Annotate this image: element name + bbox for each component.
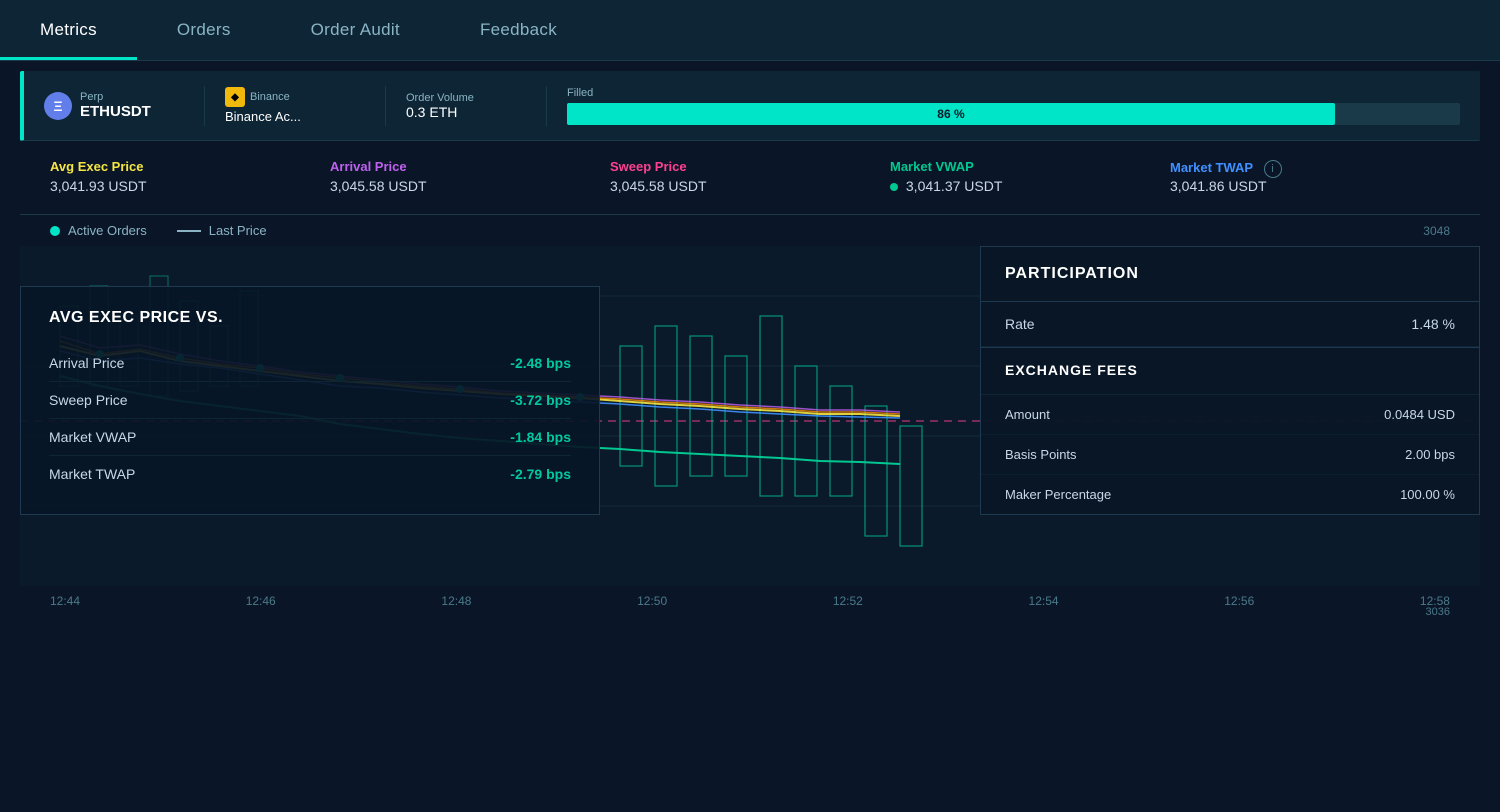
arrival-value: 3,045.58 USDT xyxy=(330,178,610,194)
twap-value: 3,041.86 USDT xyxy=(1170,178,1267,194)
last-price-label: Last Price xyxy=(209,223,267,238)
avg-exec-label: Avg Exec Price xyxy=(50,159,330,174)
avg-exec-value: 3,041.93 USDT xyxy=(50,178,330,194)
order-symbol-name: ETHUSDT xyxy=(80,103,151,120)
legend-active-orders: Active Orders xyxy=(50,223,147,238)
active-orders-dot xyxy=(50,226,60,236)
legend-last-price: Last Price xyxy=(177,223,267,238)
legend-row: Active Orders Last Price 3048 xyxy=(20,215,1480,246)
filled-label: Filled xyxy=(567,87,1460,99)
part-title: PARTICIPATION xyxy=(1005,265,1139,282)
vwap-label: Market VWAP xyxy=(890,159,1170,174)
part-rate-row: Rate 1.48 % xyxy=(981,302,1479,347)
x-label-5: 12:54 xyxy=(1029,594,1059,608)
divider-2 xyxy=(385,86,386,126)
tab-orders[interactable]: Orders xyxy=(137,0,271,60)
sweep-row-label: Sweep Price xyxy=(49,392,128,408)
fees-row-bps: Basis Points 2.00 bps xyxy=(981,435,1479,475)
panel-row-sweep: Sweep Price -3.72 bps xyxy=(49,382,571,419)
sweep-value: 3,045.58 USDT xyxy=(610,178,890,194)
active-orders-label: Active Orders xyxy=(68,223,147,238)
info-icon[interactable]: i xyxy=(1264,160,1282,178)
fill-section: Filled 86 % xyxy=(567,87,1460,125)
metrics-row: Avg Exec Price 3,041.93 USDT Arrival Pri… xyxy=(20,141,1480,215)
vwap-dot xyxy=(890,183,898,191)
x-label-4: 12:52 xyxy=(833,594,863,608)
sweep-label: Sweep Price xyxy=(610,159,890,174)
exchange-label: Binance xyxy=(250,91,290,103)
tab-order-audit[interactable]: Order Audit xyxy=(271,0,440,60)
twap-row-value: -2.79 bps xyxy=(510,466,571,482)
maker-value: 100.00 % xyxy=(1400,487,1455,502)
arrival-row-value: -2.48 bps xyxy=(510,355,571,371)
fill-bar: 86 % xyxy=(567,103,1335,125)
maker-label: Maker Percentage xyxy=(1005,487,1111,502)
rate-label: Rate xyxy=(1005,316,1035,332)
metric-sweep: Sweep Price 3,045.58 USDT xyxy=(610,159,890,196)
rate-value: 1.48 % xyxy=(1411,316,1455,332)
order-symbol: Ξ Perp ETHUSDT xyxy=(44,91,184,120)
fees-title: EXCHANGE FEES xyxy=(1005,362,1138,378)
part-header: PARTICIPATION xyxy=(981,247,1479,302)
arrival-label: Arrival Price xyxy=(330,159,610,174)
order-type-label: Perp xyxy=(80,91,151,103)
panel-row-arrival: Arrival Price -2.48 bps xyxy=(49,345,571,382)
panel-row-twap: Market TWAP -2.79 bps xyxy=(49,456,571,492)
fill-bar-container: 86 % xyxy=(567,103,1460,125)
arrival-row-label: Arrival Price xyxy=(49,355,124,371)
fees-row-maker: Maker Percentage 100.00 % xyxy=(981,475,1479,514)
divider-3 xyxy=(546,86,547,126)
metric-vwap: Market VWAP 3,041.37 USDT xyxy=(890,159,1170,196)
top-nav: Metrics Orders Order Audit Feedback xyxy=(0,0,1500,61)
divider-1 xyxy=(204,86,205,126)
bps-value: 2.00 bps xyxy=(1405,447,1455,462)
x-label-6: 12:56 xyxy=(1224,594,1254,608)
twap-label: Market TWAP xyxy=(1170,160,1253,175)
fees-header: EXCHANGE FEES xyxy=(981,348,1479,395)
x-label-1: 12:46 xyxy=(246,594,276,608)
binance-icon: ◆ xyxy=(225,87,245,107)
metric-twap: Market TWAP i 3,041.86 USDT xyxy=(1170,159,1450,196)
vwap-value: 3,041.37 USDT xyxy=(890,178,1170,194)
exchange-field: ◆ Binance Binance Ac... xyxy=(225,87,365,124)
price-low-label: 3036 xyxy=(0,606,1480,618)
sweep-row-value: -3.72 bps xyxy=(510,392,571,408)
twap-row-label: Market TWAP xyxy=(49,466,135,482)
x-label-3: 12:50 xyxy=(637,594,667,608)
price-high-label: 3048 xyxy=(1423,224,1450,238)
last-price-line xyxy=(177,230,201,232)
tab-metrics[interactable]: Metrics xyxy=(0,0,137,60)
amount-value: 0.0484 USD xyxy=(1384,407,1455,422)
avg-exec-panel-title: AVG EXEC PRICE VS. xyxy=(49,309,571,327)
tab-feedback[interactable]: Feedback xyxy=(440,0,597,60)
vwap-row-label: Market VWAP xyxy=(49,429,136,445)
order-bar: Ξ Perp ETHUSDT ◆ Binance Binance Ac... O… xyxy=(20,71,1480,141)
chart-area: AVG EXEC PRICE VS. Arrival Price -2.48 b… xyxy=(20,246,1480,586)
x-label-2: 12:48 xyxy=(441,594,471,608)
fees-row-amount: Amount 0.0484 USD xyxy=(981,395,1479,435)
exchange-account: Binance Ac... xyxy=(225,109,301,124)
avg-exec-panel: AVG EXEC PRICE VS. Arrival Price -2.48 b… xyxy=(20,286,600,515)
volume-label: Order Volume xyxy=(406,92,526,104)
fill-percent: 86 % xyxy=(937,107,964,121)
volume-field: Order Volume 0.3 ETH xyxy=(406,92,526,120)
bps-label: Basis Points xyxy=(1005,447,1077,462)
panel-row-vwap: Market VWAP -1.84 bps xyxy=(49,419,571,456)
amount-label: Amount xyxy=(1005,407,1050,422)
x-label-0: 12:44 xyxy=(50,594,80,608)
eth-icon: Ξ xyxy=(44,92,72,120)
metric-arrival: Arrival Price 3,045.58 USDT xyxy=(330,159,610,196)
metric-avg-exec: Avg Exec Price 3,041.93 USDT xyxy=(50,159,330,196)
vwap-row-value: -1.84 bps xyxy=(510,429,571,445)
volume-value: 0.3 ETH xyxy=(406,104,526,120)
fees-panel: EXCHANGE FEES Amount 0.0484 USD Basis Po… xyxy=(981,347,1479,514)
participation-panel: PARTICIPATION Rate 1.48 % EXCHANGE FEES … xyxy=(980,246,1480,515)
